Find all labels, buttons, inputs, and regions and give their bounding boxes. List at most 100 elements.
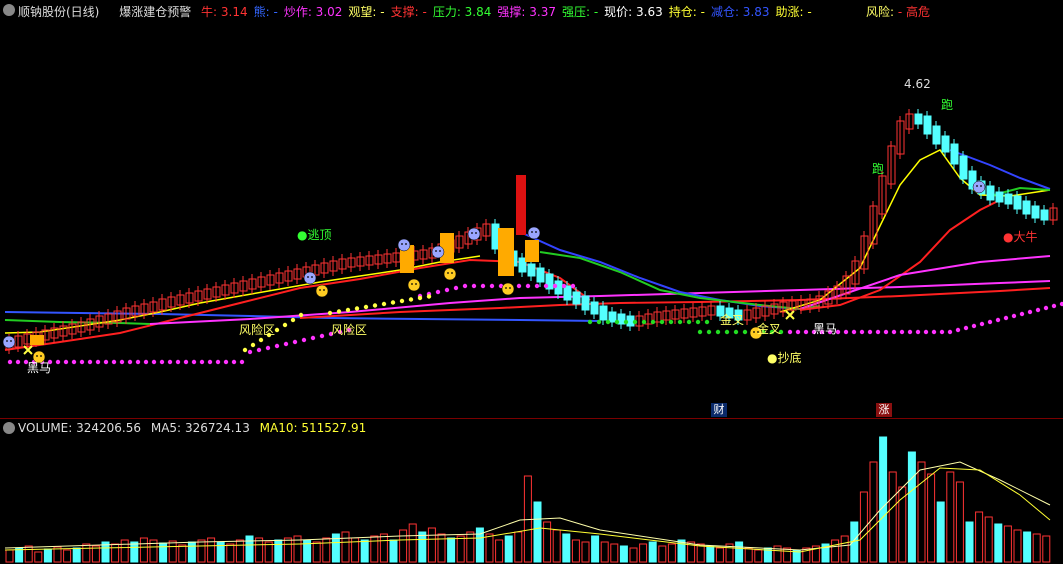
sad-face-icon-eye (401, 243, 403, 245)
dark-horse-label-1: 黑马 (27, 361, 52, 375)
volume-bar (466, 531, 475, 563)
candle-body (491, 223, 500, 250)
volume-bar (82, 543, 91, 563)
signal-dot-green (724, 329, 730, 335)
sad-face-icon-eye (6, 340, 8, 342)
signal-dot-green (706, 329, 712, 335)
volume-bar (207, 537, 216, 563)
signal-dot-magenta (87, 359, 93, 365)
signal-dot-magenta (256, 347, 262, 353)
volume-value: 324206.56 (76, 421, 142, 435)
volume-bar (235, 539, 244, 563)
volume-bar (437, 533, 446, 563)
stock-chart-window[interactable]: 顺钠股份(日线) 爆涨建仓预警 牛: 3.14 熊: - 炒作: 3.02 观望: -… (0, 0, 1063, 564)
signal-dot-green (677, 319, 683, 325)
signal-dot-magenta (143, 359, 149, 365)
signal-dot-magenta (1043, 305, 1049, 311)
candle-body (923, 115, 932, 135)
candle-body (527, 263, 536, 277)
volume-bar (984, 516, 993, 563)
volume-bar (370, 535, 379, 563)
signal-dot-magenta (444, 287, 450, 293)
volume-bar (658, 545, 667, 563)
volume-bar (552, 529, 561, 563)
volume-bar (130, 541, 139, 563)
sad-face-icon (972, 180, 986, 194)
signal-dot-magenta (843, 329, 849, 335)
sad-face-icon (431, 245, 445, 259)
golden-cross-label-1: 金叉 (720, 313, 745, 327)
signal-dot-magenta (891, 329, 897, 335)
volume-bar (629, 547, 638, 563)
volume-bar (725, 543, 734, 563)
signal-dot-yellow (282, 322, 288, 328)
smile-face-icon-eye (447, 272, 449, 274)
signal-dot-yellow (390, 300, 396, 305)
candle-body (518, 257, 527, 273)
volume-bar (427, 527, 436, 563)
volume-bar (255, 537, 264, 563)
signal-dot-magenta (939, 329, 945, 335)
volume-bar (946, 471, 955, 563)
volume-bar (639, 543, 648, 563)
volume-bar (274, 539, 283, 563)
volume-bar (898, 486, 907, 563)
signal-dot-green (605, 319, 611, 325)
volume-bar (840, 535, 849, 563)
signal-dot-magenta (453, 285, 459, 291)
sad-face-icon (527, 226, 541, 240)
volume-ma10-line (4, 467, 1051, 553)
volume-bar (63, 549, 72, 563)
signal-dot-yellow (354, 306, 360, 311)
signal-dot-magenta (570, 283, 576, 289)
signal-dot-green (715, 329, 721, 335)
collapse-volume-icon[interactable] (3, 422, 15, 434)
signal-dot-magenta (803, 329, 809, 335)
volume-bar (101, 541, 110, 563)
signal-dot-magenta (516, 283, 522, 289)
volume-bar (514, 531, 523, 563)
signal-dot-magenta (1019, 311, 1025, 317)
signal-dot-magenta (923, 329, 929, 335)
volume-bar (936, 501, 945, 563)
signal-dot-magenta (191, 359, 197, 365)
signal-dot-magenta (159, 359, 165, 365)
signal-dot-magenta (175, 359, 181, 365)
signal-dot-yellow (363, 304, 369, 310)
price-chart[interactable] (0, 0, 1063, 418)
ma5-value: 326724.13 (184, 421, 250, 435)
volume-bar (744, 547, 753, 563)
signal-dot-yellow (290, 317, 296, 323)
volume-bar (677, 539, 686, 563)
signal-dot-magenta (971, 323, 977, 329)
volume-bar (312, 541, 321, 563)
smile-face-icon-eye (323, 289, 325, 291)
volume-bar (159, 542, 168, 563)
signal-dot-magenta (71, 359, 77, 365)
signal-dot-green (623, 319, 629, 325)
signal-dot-magenta (183, 359, 189, 365)
big-bull-label: ●大牛 (1003, 230, 1038, 244)
signal-dot-magenta (1003, 315, 1009, 321)
rise-badge[interactable]: 涨 (876, 403, 892, 417)
signal-dot-magenta (119, 359, 125, 365)
volume-bar (111, 543, 120, 563)
signal-dot-yellow (372, 303, 378, 308)
sad-face-icon-eye (439, 250, 441, 252)
peak-price-label: 4.62 (904, 77, 931, 91)
volume-bar (571, 539, 580, 563)
volume-bar (331, 533, 340, 563)
candle-body (932, 125, 941, 145)
smile-face-icon (407, 278, 421, 292)
finance-badge[interactable]: 财 (711, 403, 727, 417)
signal-dot-magenta (63, 359, 69, 365)
volume-bar (581, 541, 590, 563)
signal-dot-magenta (987, 319, 993, 325)
volume-bar (591, 535, 600, 563)
smile-face-icon-eye (509, 287, 511, 289)
signal-dot-magenta (1027, 309, 1033, 315)
sad-face-icon-eye (471, 232, 473, 234)
volume-bar (53, 546, 62, 563)
smile-face-icon-eye (451, 272, 453, 274)
signal-dot-magenta (167, 359, 173, 365)
